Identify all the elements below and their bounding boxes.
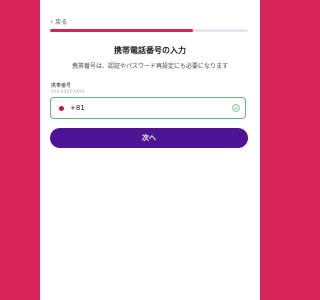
back-link[interactable]: ‹ 戻る	[50, 17, 67, 26]
phone-field-label: 携帯番号	[51, 83, 72, 89]
progress-fill	[50, 29, 193, 32]
chevron-left-icon: ‹	[50, 16, 54, 26]
progress-bar	[50, 29, 248, 32]
next-button[interactable]: 次へ	[50, 128, 248, 148]
phone-input-box[interactable]	[50, 97, 246, 119]
phone-field-hint: XXX-XXXX-XXXX	[51, 89, 85, 94]
check-circle-icon	[232, 104, 240, 112]
phone-input[interactable]	[70, 104, 220, 112]
page-title: 携帯電話番号の入力	[114, 46, 186, 55]
japan-flag-icon	[59, 106, 64, 111]
page-subtitle: 携帯番号は、認証やパスワード再設定にも必要になります	[71, 63, 228, 70]
back-label: 戻る	[55, 19, 68, 26]
